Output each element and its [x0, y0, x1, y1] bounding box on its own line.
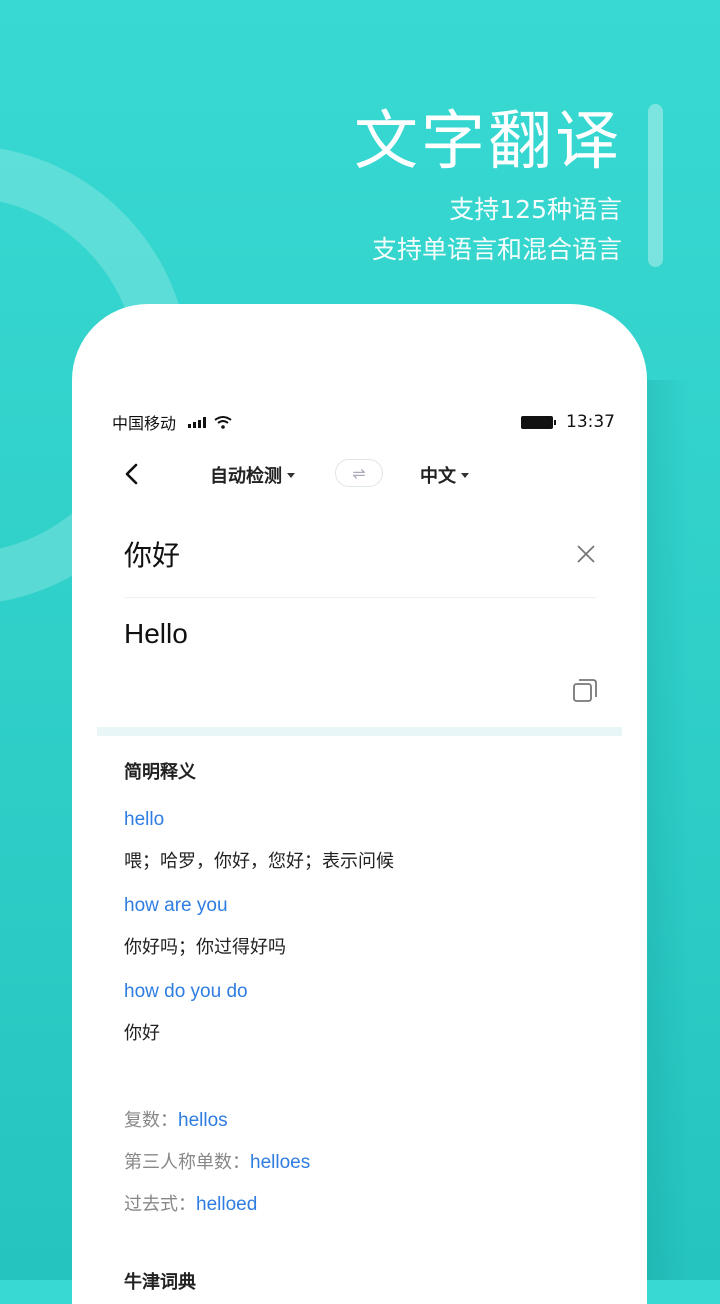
signal-icon [188, 416, 207, 428]
swap-languages-button[interactable]: ⇌ [335, 459, 383, 487]
language-bar: 自动检测 ⇌ 中文 [72, 454, 647, 494]
target-language-dropdown[interactable]: 中文 [420, 462, 469, 488]
status-bar: 中国移动 13:37 [112, 410, 615, 434]
status-time: 13:37 [566, 412, 615, 432]
promo-title: 文字翻译 [354, 105, 622, 179]
word-form-value[interactable]: hellos [178, 1110, 228, 1131]
divider [124, 597, 597, 598]
battery-icon [521, 415, 556, 429]
definition-phrase[interactable]: how do you do [124, 981, 248, 1003]
word-form-label: 复数： [124, 1110, 178, 1131]
phone-shadow [640, 380, 690, 1280]
swap-icon: ⇌ [352, 463, 366, 483]
definition-meaning: 你好 [124, 1023, 160, 1044]
word-form-row: 过去式：helloed [124, 1190, 257, 1216]
definition-phrase[interactable]: hello [124, 809, 164, 831]
section-separator [97, 727, 622, 736]
definition-meaning: 你好吗；你过得好吗 [124, 937, 286, 958]
word-form-row: 第三人称单数：helloes [124, 1148, 310, 1174]
copy-icon[interactable] [572, 678, 598, 704]
word-form-value[interactable]: helloes [250, 1152, 310, 1173]
promo-subtitle-2: 支持单语言和混合语言 [371, 235, 622, 264]
definition-meaning: 喂；哈罗，你好，您好；表示问候 [124, 851, 394, 872]
wifi-icon [214, 416, 232, 429]
definition-phrase[interactable]: how are you [124, 895, 228, 917]
oxford-dictionary-title: 牛津词典 [124, 1272, 196, 1293]
back-icon[interactable] [122, 462, 144, 486]
phone-screen: 中国移动 13:37 自动检测 ⇌ 中文 你好 Hello 简明释义 hello… [72, 304, 647, 1304]
carrier-name: 中国移动 [112, 414, 177, 433]
word-form-value[interactable]: helloed [196, 1194, 257, 1215]
source-language-dropdown[interactable]: 自动检测 [210, 462, 295, 488]
close-icon[interactable] [576, 544, 596, 564]
chevron-down-icon [287, 472, 295, 478]
definitions-title: 简明释义 [124, 762, 196, 783]
source-language-label: 自动检测 [210, 466, 282, 487]
word-form-row: 复数：hellos [124, 1106, 228, 1132]
promo-subtitle-1: 支持125种语言 [449, 195, 622, 224]
word-form-label: 第三人称单数： [124, 1152, 250, 1173]
translation-result: Hello [124, 618, 188, 649]
chevron-down-icon [461, 472, 469, 478]
decorative-bar [648, 104, 663, 267]
word-form-label: 过去式： [124, 1194, 196, 1215]
source-text-input[interactable]: 你好 [124, 534, 180, 574]
target-language-label: 中文 [420, 466, 456, 487]
